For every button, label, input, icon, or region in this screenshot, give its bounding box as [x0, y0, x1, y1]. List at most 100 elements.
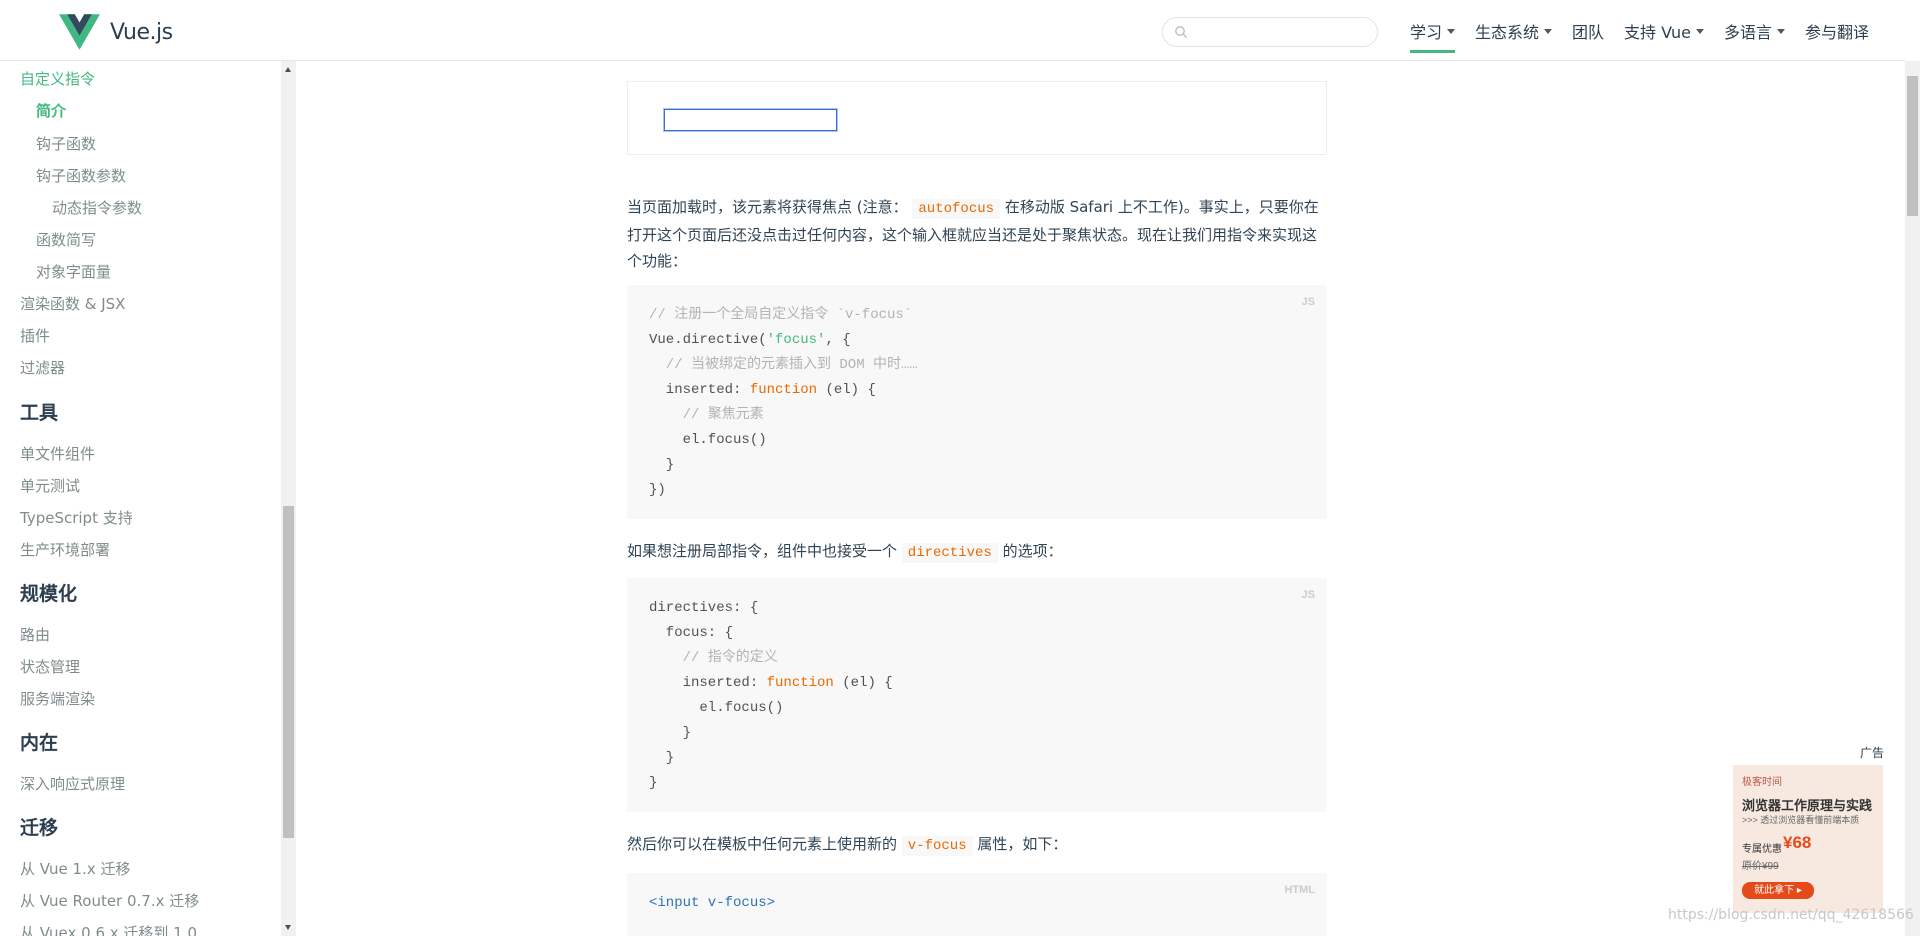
code-block-html-usage: HTML <input v-focus>: [627, 873, 1327, 936]
sidebar-item-typescript[interactable]: TypeScript 支持: [20, 507, 133, 528]
nav-languages[interactable]: 多语言: [1724, 0, 1785, 61]
code-keyword: function: [749, 382, 818, 398]
nav-learn[interactable]: 学习: [1410, 9, 1456, 53]
nav-translate-label: 参与翻译: [1805, 22, 1870, 42]
ad-cta-button[interactable]: 就此拿下 ▸: [1742, 882, 1814, 899]
chevron-down-icon: [1695, 29, 1704, 34]
search-icon: [1175, 26, 1188, 39]
search-box[interactable]: [1162, 17, 1378, 47]
paragraph-text: 如果想注册局部指令，组件中也接受一个: [627, 542, 898, 560]
sidebar-item-filters[interactable]: 过滤器: [20, 357, 65, 378]
code-lang-label: HTML: [1284, 884, 1315, 896]
inline-code-v-focus: v-focus: [901, 836, 973, 856]
code-string: 'focus': [766, 332, 826, 348]
vue-logo-icon: [59, 14, 100, 50]
sidebar-item-deployment[interactable]: 生产环境部署: [20, 539, 110, 560]
code-line: }): [649, 482, 666, 498]
sidebar-item-reactivity[interactable]: 深入响应式原理: [20, 773, 125, 794]
nav-learn-label: 学习: [1410, 22, 1443, 42]
inline-code-autofocus: autofocus: [912, 199, 1001, 219]
code-line: focus: {: [649, 625, 734, 641]
code-line: directives: {: [649, 600, 759, 616]
sidebar-item-sfc[interactable]: 单文件组件: [20, 443, 95, 464]
sidebar-item-hook-arguments[interactable]: 钩子函数参数: [36, 165, 126, 186]
ad-promo: 专属优惠: [1742, 844, 1782, 855]
sidebar-item-ssr[interactable]: 服务端渲染: [20, 688, 95, 709]
sidebar-scrollbar[interactable]: [281, 61, 296, 936]
code-block-global-directive: JS // 注册一个全局自定义指令 `v-focus` Vue.directive…: [627, 285, 1327, 519]
chevron-down-icon: [1544, 29, 1553, 34]
main-nav: 学习 生态系统 团队 支持 Vue 多语言 参与翻译: [1410, 0, 1889, 61]
paragraph-text: 当页面加载时，该元素将获得焦点 (注意：: [627, 198, 908, 216]
sidebar-item-migration-vue1[interactable]: 从 Vue 1.x 迁移: [20, 858, 130, 879]
code-line: el.focus(): [649, 700, 784, 716]
nav-languages-label: 多语言: [1723, 22, 1772, 42]
page-scrollbar-thumb[interactable]: [1907, 76, 1918, 216]
nav-support-label: 支持 Vue: [1624, 22, 1691, 42]
sidebar-item-migration-router[interactable]: 从 Vue Router 0.7.x 迁移: [20, 890, 199, 911]
sidebar-item-state-management[interactable]: 状态管理: [20, 656, 80, 677]
code-line: }: [649, 750, 675, 766]
scroll-up-arrow-icon[interactable]: [285, 67, 291, 72]
code-lang-label: JS: [1301, 589, 1315, 601]
sidebar-item-routing[interactable]: 路由: [20, 624, 50, 645]
code-line: <input v-focus>: [649, 895, 776, 911]
search-input[interactable]: [1193, 22, 1371, 42]
ad-label: 广告: [1860, 746, 1885, 760]
chevron-down-icon: [1777, 29, 1785, 34]
code-line: (el) {: [817, 382, 876, 398]
paragraph-text: 属性，如下：: [977, 835, 1068, 853]
ad-brand: 极客时间: [1742, 777, 1782, 788]
code-block-local-directive: JS directives: { focus: { // 指令的定义 insert…: [627, 578, 1327, 812]
scroll-down-arrow-icon[interactable]: [285, 925, 291, 930]
sidebar-item-unit-testing[interactable]: 单元测试: [20, 475, 80, 496]
sidebar-item-render-jsx[interactable]: 渲染函数 & JSX: [20, 293, 125, 314]
code-lang-label: JS: [1301, 296, 1315, 308]
ad-subtitle: >>> 透过浏览器看懂前端本质: [1742, 815, 1860, 825]
nav-support[interactable]: 支持 Vue: [1624, 0, 1704, 61]
code-line: }: [649, 725, 692, 741]
sidebar-item-function-shorthand[interactable]: 函数简写: [36, 229, 96, 250]
sidebar-item-dynamic-args[interactable]: 动态指令参数: [52, 197, 142, 218]
code-line: // 注册一个全局自定义指令 `v-focus`: [649, 307, 913, 323]
nav-team[interactable]: 团队: [1572, 0, 1604, 61]
sidebar-item-intro[interactable]: 简介: [36, 100, 66, 121]
paragraph-text: 的选项：: [1002, 542, 1063, 560]
sidebar-heading-migration: 迁移: [20, 817, 59, 839]
nav-ecosystem[interactable]: 生态系统: [1475, 0, 1553, 61]
nav-translate[interactable]: 参与翻译: [1805, 0, 1869, 61]
ad-original-price: 原价¥99: [1742, 861, 1779, 872]
paragraph-text: 然后你可以在模板中任何元素上使用新的: [627, 835, 898, 853]
inline-code-directives: directives: [901, 543, 998, 563]
page-scrollbar[interactable]: [1905, 61, 1920, 936]
code-keyword: function: [766, 675, 834, 691]
code-line: // 指令的定义: [649, 650, 778, 666]
chevron-down-icon: [1447, 29, 1456, 34]
paragraph-v-focus-usage: 然后你可以在模板中任何元素上使用新的 v-focus 属性，如下：: [627, 831, 1327, 859]
code-line: (el) {: [833, 675, 893, 691]
sidebar-item-plugins[interactable]: 插件: [20, 325, 50, 346]
code-line: // 当被绑定的元素插入到 DOM 中时……: [649, 357, 918, 373]
sidebar-item-hook-functions[interactable]: 钩子函数: [36, 133, 96, 154]
ad-banner[interactable]: 极客时间 浏览器工作原理与实践 >>> 透过浏览器看懂前端本质 专属优惠 ¥68…: [1733, 765, 1883, 913]
sidebar-item-object-literals[interactable]: 对象字面量: [36, 261, 111, 282]
code-line: // 聚焦元素: [649, 407, 764, 423]
sidebar-item-custom-directive[interactable]: 自定义指令: [20, 68, 95, 89]
code-line: inserted:: [649, 382, 750, 398]
code-line: }: [649, 775, 658, 791]
nav-team-label: 团队: [1572, 22, 1605, 42]
logo-text: Vue.js: [110, 19, 173, 45]
paragraph-autofocus: 当页面加载时，该元素将获得焦点 (注意： autofocus 在移动版 Safa…: [627, 194, 1327, 274]
nav-ecosystem-label: 生态系统: [1475, 22, 1540, 42]
code-line: el.focus(): [649, 432, 767, 448]
code-line: inserted:: [649, 675, 767, 691]
sidebar-heading-scale: 规模化: [20, 583, 78, 605]
demo-focus-input[interactable]: [664, 109, 837, 131]
ad-title: 浏览器工作原理与实践: [1742, 798, 1873, 813]
code-line: Vue.directive(: [649, 332, 767, 348]
sidebar-item-migration-vuex[interactable]: 从 Vuex 0.6.x 迁移到 1.0: [20, 922, 197, 936]
vue-logo-link[interactable]: Vue.js: [59, 14, 173, 50]
sidebar-scrollbar-thumb[interactable]: [283, 506, 294, 838]
sidebar: 自定义指令 简介 钩子函数 钩子函数参数 动态指令参数 函数简写 对象字面量 渲…: [0, 61, 280, 936]
code-line: }: [649, 457, 675, 473]
